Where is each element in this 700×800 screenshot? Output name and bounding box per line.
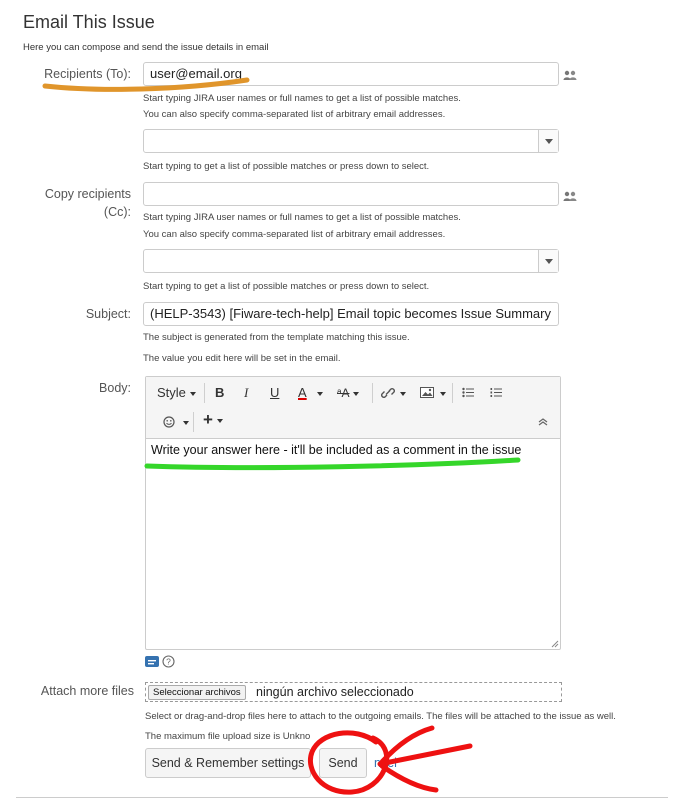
- emoticon-dropdown-icon[interactable]: [183, 421, 189, 425]
- send-remember-button[interactable]: Send & Remember settings: [145, 748, 311, 778]
- numbered-list-icon[interactable]: [490, 387, 502, 398]
- subject-label: Subject:: [85, 307, 131, 321]
- underline-button[interactable]: U: [270, 383, 279, 403]
- send-button[interactable]: Send: [319, 748, 367, 778]
- collapse-toolbar-icon[interactable]: [538, 418, 548, 426]
- attach-help-1: Select or drag-and-drop files here to at…: [145, 711, 616, 722]
- file-drop-zone[interactable]: Seleccionar archivos ningún archivo sele…: [145, 682, 562, 702]
- choose-files-button[interactable]: Seleccionar archivos: [148, 685, 246, 700]
- attach-help-2: The maximum file upload size is Unkno: [145, 731, 311, 742]
- body-label: Body:: [99, 381, 131, 395]
- recipients-cc-label: Copy recipients (Cc):: [44, 187, 131, 219]
- subject-input[interactable]: (HELP-3543) [Fiware-tech-help] Email top…: [143, 302, 559, 326]
- recipients-cc-select-help: Start typing to get a list of possible m…: [143, 281, 430, 292]
- recipients-to-label: Recipients (To):: [44, 67, 131, 81]
- recipients-cc-help-1: Start typing JIRA user names or full nam…: [143, 212, 461, 223]
- recipients-to-help-2: You can also specify comma-separated lis…: [143, 109, 446, 120]
- chevron-down-icon[interactable]: [538, 130, 558, 152]
- chevron-down-icon[interactable]: [538, 250, 558, 272]
- resize-handle-icon[interactable]: [551, 640, 559, 648]
- wiki-markup-icon[interactable]: [145, 656, 159, 667]
- recipients-to-select-help: Start typing to get a list of possible m…: [143, 161, 430, 172]
- recipients-to-input[interactable]: user@email.org: [143, 62, 559, 86]
- footer-divider: [16, 797, 668, 798]
- svg-text:?: ?: [166, 657, 171, 667]
- dialog-description: Here you can compose and send the issue …: [23, 42, 269, 53]
- text-color-dropdown[interactable]: [317, 383, 323, 403]
- image-icon[interactable]: [420, 387, 434, 398]
- user-picker-icon[interactable]: [563, 70, 577, 80]
- recipients-cc-select[interactable]: [143, 249, 559, 273]
- bold-button[interactable]: B: [215, 383, 224, 403]
- subject-help-2: The value you edit here will be set in t…: [143, 353, 341, 364]
- dialog-title: Email This Issue: [23, 12, 155, 32]
- emoticon-icon[interactable]: [163, 416, 175, 428]
- help-icon[interactable]: ?: [162, 655, 175, 668]
- editor-toolbar: Style B I U A ᵃA +: [146, 377, 560, 439]
- user-picker-icon[interactable]: [563, 191, 577, 201]
- image-dropdown-icon[interactable]: [440, 392, 446, 396]
- bullet-list-icon[interactable]: [462, 387, 474, 398]
- body-editor[interactable]: Style B I U A ᵃA + Write your answer her…: [145, 376, 561, 650]
- recipients-cc-help-2: You can also specify comma-separated lis…: [143, 229, 446, 240]
- insert-more-button[interactable]: +: [203, 410, 223, 430]
- subject-help-1: The subject is generated from the templa…: [143, 332, 410, 343]
- body-text[interactable]: Write your answer here - it'll be includ…: [151, 443, 521, 457]
- recipients-to-help-1: Start typing JIRA user names or full nam…: [143, 93, 461, 104]
- file-status: ningún archivo seleccionado: [256, 685, 414, 699]
- link-dropdown-icon[interactable]: [400, 392, 406, 396]
- attach-label: Attach more files: [40, 684, 134, 698]
- recipients-to-select[interactable]: [143, 129, 559, 153]
- style-dropdown[interactable]: Style: [157, 383, 196, 403]
- recipients-cc-input[interactable]: [143, 182, 559, 206]
- clear-format-button[interactable]: ᵃA: [337, 383, 360, 403]
- italic-button[interactable]: I: [244, 383, 248, 403]
- text-color-button[interactable]: A: [298, 383, 307, 403]
- link-icon[interactable]: [381, 387, 395, 399]
- cancel-link[interactable]: ncel: [374, 756, 397, 770]
